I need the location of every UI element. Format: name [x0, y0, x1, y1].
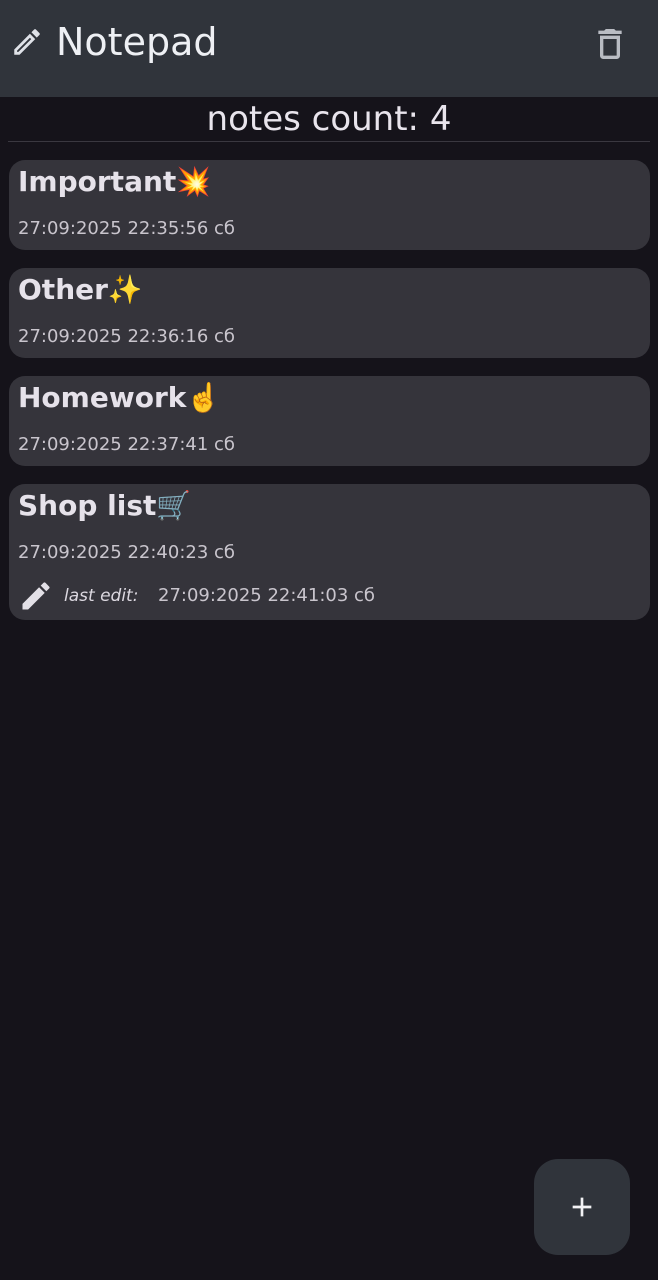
note-date: 27:09:2025 22:35:56 сб	[18, 218, 236, 239]
note-title: Other✨	[18, 273, 143, 306]
note-date: 27:09:2025 22:36:16 сб	[18, 326, 236, 347]
note-date: 27:09:2025 22:37:41 сб	[18, 434, 236, 455]
divider	[8, 141, 650, 142]
pencil-icon	[14, 29, 40, 55]
note-card[interactable]: Other✨ 27:09:2025 22:36:16 сб	[9, 268, 650, 358]
note-title: Shop list🛒	[18, 489, 192, 522]
last-edit-label: last edit:	[64, 586, 139, 606]
note-title: Homework☝️	[18, 381, 222, 414]
note-card[interactable]: Shop list🛒 27:09:2025 22:40:23 сб last e…	[9, 484, 650, 620]
trash-icon[interactable]	[590, 24, 630, 64]
app-screen: Notepad notes count: 4 Important💥 27:09:…	[0, 0, 658, 1280]
app-title: Notepad	[56, 20, 218, 64]
last-edit-row: last edit: 27:09:2025 22:41:03 сб	[18, 576, 618, 616]
top-app-bar: Notepad	[0, 0, 658, 97]
notes-count: notes count: 4	[206, 99, 452, 139]
add-note-button[interactable]	[534, 1159, 630, 1255]
last-edit-date: 27:09:2025 22:41:03 сб	[158, 585, 376, 606]
note-card[interactable]: Homework☝️ 27:09:2025 22:37:41 сб	[9, 376, 650, 466]
note-card[interactable]: Important💥 27:09:2025 22:35:56 сб	[9, 160, 650, 250]
note-date: 27:09:2025 22:40:23 сб	[18, 542, 236, 563]
note-title: Important💥	[18, 165, 212, 198]
pencil-icon	[22, 582, 50, 610]
plus-icon	[572, 1197, 592, 1217]
